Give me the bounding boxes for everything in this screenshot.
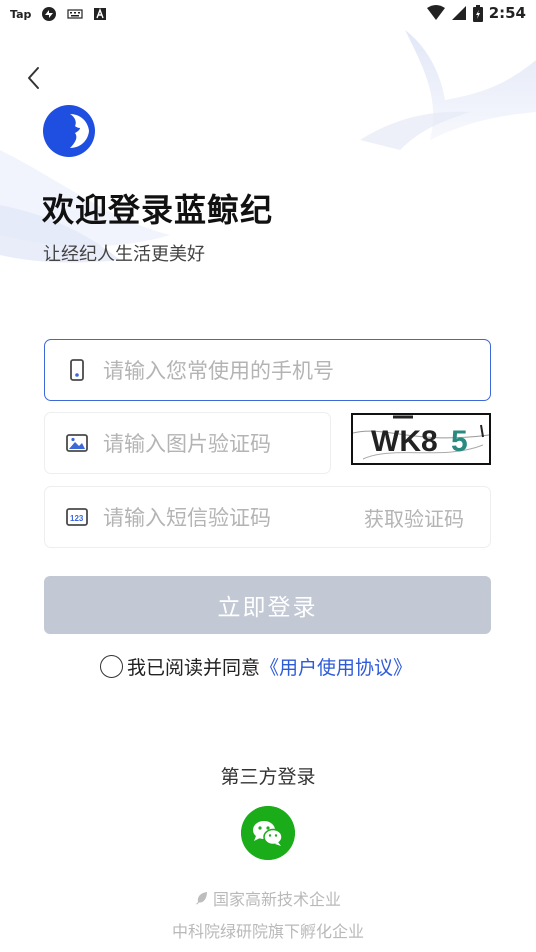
phone-input[interactable]: 请输入您常使用的手机号 — [44, 339, 491, 401]
wechat-login-icon[interactable] — [241, 806, 295, 860]
page-title: 欢迎登录蓝鲸纪 — [42, 191, 274, 229]
whale-tail-background — [0, 30, 536, 263]
leaf-icon — [195, 892, 207, 905]
login-button[interactable]: 立即登录 — [44, 576, 491, 634]
agreement-row: 我已阅读并同意 《用户使用协议》 — [100, 652, 412, 680]
image-code-placeholder: 请输入图片验证码 — [103, 432, 271, 456]
image-code-input[interactable]: 请输入图片验证码 — [44, 412, 331, 474]
back-arrow-icon[interactable] — [22, 64, 46, 92]
agreement-checkbox[interactable] — [100, 654, 123, 678]
signal-icon — [451, 6, 466, 20]
sms-code-icon: 123 — [66, 508, 88, 526]
wifi-icon — [426, 5, 445, 20]
third-party-label: 第三方登录 — [220, 766, 316, 788]
carrier-text: Tap — [10, 7, 32, 21]
status-bar: Tap 2:54 — [0, 0, 536, 28]
footer-text-1: 国家高新技术企业 — [212, 890, 341, 909]
keyboard-icon — [67, 9, 83, 19]
agreement-text: 我已阅读并同意 — [127, 656, 261, 679]
phone-icon — [70, 359, 84, 381]
battery-icon — [472, 4, 483, 22]
page-subtitle: 让经纪人生活更美好 — [43, 244, 205, 265]
captcha-text-dark: WK8 — [371, 425, 438, 458]
app-logo-icon — [43, 105, 95, 157]
captcha-text-accent: 5 — [451, 425, 468, 458]
status-time: 2:54 — [488, 4, 526, 22]
a-icon — [94, 8, 107, 20]
user-agreement-link[interactable]: 《用户使用协议》 — [260, 653, 412, 680]
phone-placeholder: 请输入您常使用的手机号 — [103, 359, 334, 383]
sms-code-placeholder: 请输入短信验证码 — [103, 506, 271, 530]
image-icon — [66, 434, 88, 452]
sms-code-input[interactable]: 123 请输入短信验证码 获取验证码 — [44, 486, 491, 548]
footer-line-1: 国家高新技术企业 — [0, 886, 536, 910]
svg-text:123: 123 — [70, 514, 84, 523]
sync-icon — [42, 7, 57, 21]
footer-line-2: 中科院绿研院旗下孵化企业 — [171, 922, 364, 941]
get-code-button[interactable]: 获取验证码 — [364, 503, 464, 532]
captcha-image[interactable]: WK8 5 — [351, 413, 491, 465]
